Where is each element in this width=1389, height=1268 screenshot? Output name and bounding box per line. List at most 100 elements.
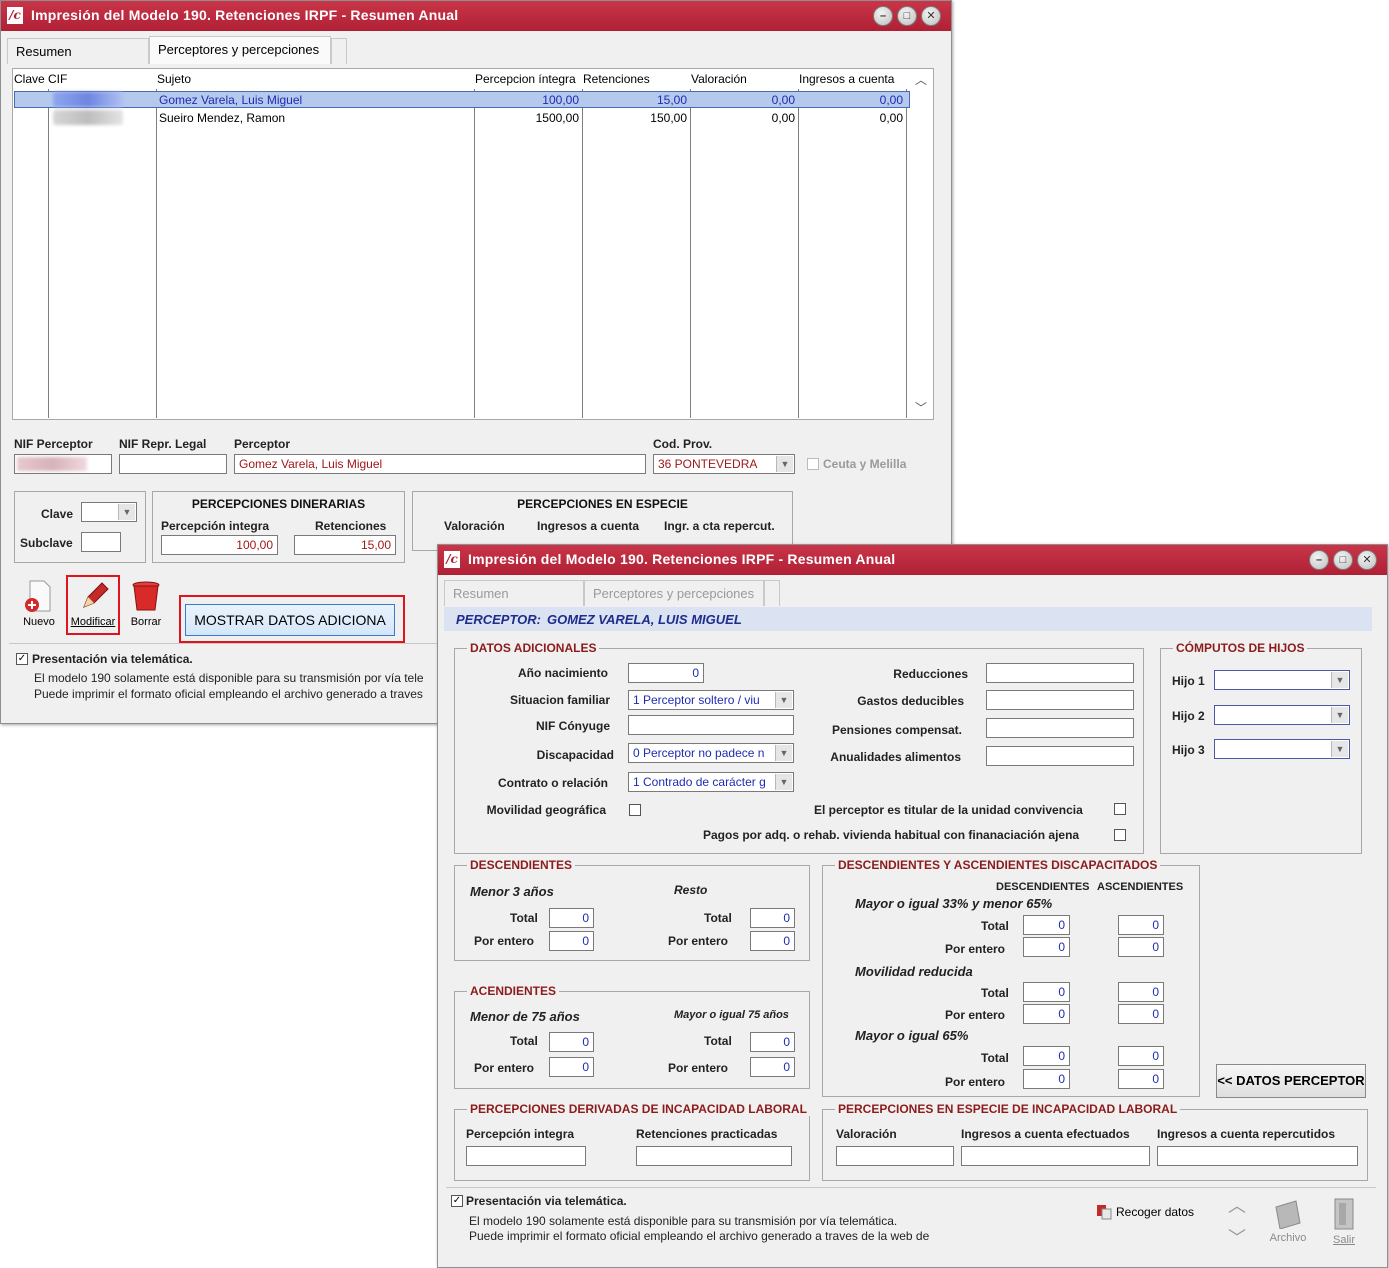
scroll-down-icon[interactable]: ﹀ xyxy=(915,399,927,416)
chevron-down-icon[interactable]: ▼ xyxy=(775,692,792,708)
row1-valoracion[interactable]: 0,00 xyxy=(691,93,795,107)
pagos-checkbox[interactable] xyxy=(1114,829,1126,841)
percepcion-integra-field[interactable]: 100,00 xyxy=(161,535,278,555)
desc-total-field-1[interactable]: 0 xyxy=(549,908,594,928)
especie-repercutidos-field[interactable] xyxy=(1157,1146,1358,1166)
row2-percepcion[interactable]: 1500,00 xyxy=(475,111,579,125)
ceuta-checkbox[interactable] xyxy=(807,458,819,470)
row1-ingresos[interactable]: 0,00 xyxy=(799,93,903,107)
row2-valoracion[interactable]: 0,00 xyxy=(691,111,795,125)
minimize-icon[interactable]: – xyxy=(873,6,893,26)
nuevo-button[interactable]: Nuevo xyxy=(19,579,59,631)
hijo1-select[interactable]: ▼ xyxy=(1214,670,1350,690)
contrato-select[interactable]: 1 Contrado de carácter g ▼ xyxy=(628,772,794,792)
recoger-datos-button[interactable]: Recoger datos xyxy=(1096,1203,1200,1223)
gastos-field[interactable] xyxy=(986,690,1134,710)
movilidad-checkbox[interactable] xyxy=(629,804,641,816)
col-retenciones[interactable]: Retenciones xyxy=(583,72,650,86)
tab-resumen[interactable]: Resumen declaración xyxy=(7,38,149,85)
chevron-down-icon[interactable]: ▼ xyxy=(776,456,793,472)
nif-repr-field[interactable] xyxy=(119,454,227,474)
disc-desc-total-2[interactable]: 0 xyxy=(1023,982,1070,1002)
incap-retenciones-field[interactable] xyxy=(636,1146,792,1166)
disc-asc-total-1[interactable]: 0 xyxy=(1118,915,1164,935)
incap-percepcion-field[interactable] xyxy=(466,1146,586,1166)
nav-down-icon[interactable]: ﹀ xyxy=(1228,1229,1246,1247)
disc-asc-total-3[interactable]: 0 xyxy=(1118,1046,1164,1066)
nif-perceptor-field[interactable] xyxy=(14,454,112,474)
hijo3-select[interactable]: ▼ xyxy=(1214,739,1350,759)
maximize-icon[interactable]: □ xyxy=(1333,550,1353,570)
asc-total-field-1[interactable]: 0 xyxy=(549,1032,594,1052)
desc-total-field-2[interactable]: 0 xyxy=(750,908,795,928)
row1-sujeto[interactable]: Gomez Varela, Luis Miguel xyxy=(159,93,302,107)
titular-checkbox[interactable] xyxy=(1114,803,1126,815)
col-cif[interactable]: CIF xyxy=(48,72,67,86)
disc-desc-total-1[interactable]: 0 xyxy=(1023,915,1070,935)
close-icon[interactable]: ✕ xyxy=(921,6,941,26)
telematica-checkbox[interactable]: ✓ xyxy=(16,653,28,665)
disc-asc-entero-2[interactable]: 0 xyxy=(1118,1004,1164,1024)
especie-efectuados-field[interactable] xyxy=(961,1146,1150,1166)
col-percepcion[interactable]: Percepcion íntegra xyxy=(475,72,576,86)
chevron-down-icon[interactable]: ▼ xyxy=(1331,672,1348,688)
hijo2-select[interactable]: ▼ xyxy=(1214,705,1350,725)
disc-desc-entero-3[interactable]: 0 xyxy=(1023,1069,1070,1089)
tab-perceptores[interactable]: Perceptores y percepciones xyxy=(584,580,764,606)
especie-valoracion-field[interactable] xyxy=(836,1146,954,1166)
discapacidad-select[interactable]: 0 Perceptor no padece n ▼ xyxy=(628,743,794,763)
disc-asc-entero-3[interactable]: 0 xyxy=(1118,1069,1164,1089)
row1-percepcion[interactable]: 100,00 xyxy=(475,93,579,107)
maximize-icon[interactable]: □ xyxy=(897,6,917,26)
nav-up-icon[interactable]: ︿ xyxy=(1228,1197,1246,1215)
archivo-button[interactable]: Archivo xyxy=(1266,1199,1310,1247)
minimize-icon[interactable]: – xyxy=(1309,550,1329,570)
close-icon[interactable]: ✕ xyxy=(1357,550,1377,570)
nif-conyuge-field[interactable] xyxy=(628,715,794,735)
chevron-down-icon[interactable]: ▼ xyxy=(1331,707,1348,723)
asc-total-field-2[interactable]: 0 xyxy=(750,1032,795,1052)
anualidades-field[interactable] xyxy=(986,746,1134,766)
subclave-field[interactable] xyxy=(81,532,121,552)
col-ingresos[interactable]: Ingresos a cuenta xyxy=(799,72,894,86)
disc-desc-entero-2[interactable]: 0 xyxy=(1023,1004,1070,1024)
mostrar-datos-button[interactable]: MOSTRAR DATOS ADICIONA xyxy=(185,604,395,636)
anio-field[interactable]: 0 xyxy=(628,663,704,683)
asc-entero-field-2[interactable]: 0 xyxy=(750,1057,795,1077)
disc-desc-total-3[interactable]: 0 xyxy=(1023,1046,1070,1066)
disc-total-label-1: Total xyxy=(981,919,1009,933)
situacion-select[interactable]: 1 Perceptor soltero / viu ▼ xyxy=(628,690,794,710)
cod-prov-select[interactable]: 36 PONTEVEDRA ▼ xyxy=(653,454,795,474)
disc-asc-entero-1[interactable]: 0 xyxy=(1118,937,1164,957)
desc-entero-field-2[interactable]: 0 xyxy=(750,931,795,951)
col-clave[interactable]: Clave xyxy=(14,72,45,86)
scroll-up-icon[interactable]: ︿ xyxy=(915,71,927,88)
row1-retenciones[interactable]: 15,00 xyxy=(583,93,687,107)
chevron-down-icon[interactable]: ▼ xyxy=(775,745,792,761)
perceptor-field[interactable]: Gomez Varela, Luis Miguel xyxy=(234,454,646,474)
perceptores-grid[interactable]: Clave CIF Sujeto Percepcion íntegra Rete… xyxy=(12,68,934,420)
chevron-down-icon[interactable]: ▼ xyxy=(1331,741,1348,757)
modificar-button[interactable]: Modificar xyxy=(67,579,119,631)
telematica-checkbox[interactable]: ✓ xyxy=(451,1195,463,1207)
reducciones-field[interactable] xyxy=(986,663,1134,683)
tab-perceptores[interactable]: Perceptores y percepciones xyxy=(149,36,331,64)
col-valoracion[interactable]: Valoración xyxy=(691,72,747,86)
row2-ingresos[interactable]: 0,00 xyxy=(799,111,903,125)
asc-entero-field-1[interactable]: 0 xyxy=(549,1057,594,1077)
disc-desc-entero-1[interactable]: 0 xyxy=(1023,937,1070,957)
retenciones-field[interactable]: 15,00 xyxy=(294,535,396,555)
salir-button[interactable]: Salir xyxy=(1324,1197,1364,1247)
clave-select[interactable]: ▼ xyxy=(81,502,137,522)
row2-sujeto[interactable]: Sueiro Mendez, Ramon xyxy=(159,111,285,125)
datos-perceptor-button[interactable]: << DATOS PERCEPTOR xyxy=(1216,1064,1366,1098)
chevron-down-icon[interactable]: ▼ xyxy=(118,504,135,520)
pensiones-field[interactable] xyxy=(986,718,1134,738)
desc-entero-field-1[interactable]: 0 xyxy=(549,931,594,951)
borrar-button[interactable]: Borrar xyxy=(125,579,167,631)
row2-retenciones[interactable]: 150,00 xyxy=(583,111,687,125)
tab-resumen[interactable]: Resumen declaración xyxy=(444,580,584,627)
col-sujeto[interactable]: Sujeto xyxy=(157,72,191,86)
disc-asc-total-2[interactable]: 0 xyxy=(1118,982,1164,1002)
chevron-down-icon[interactable]: ▼ xyxy=(775,774,792,790)
